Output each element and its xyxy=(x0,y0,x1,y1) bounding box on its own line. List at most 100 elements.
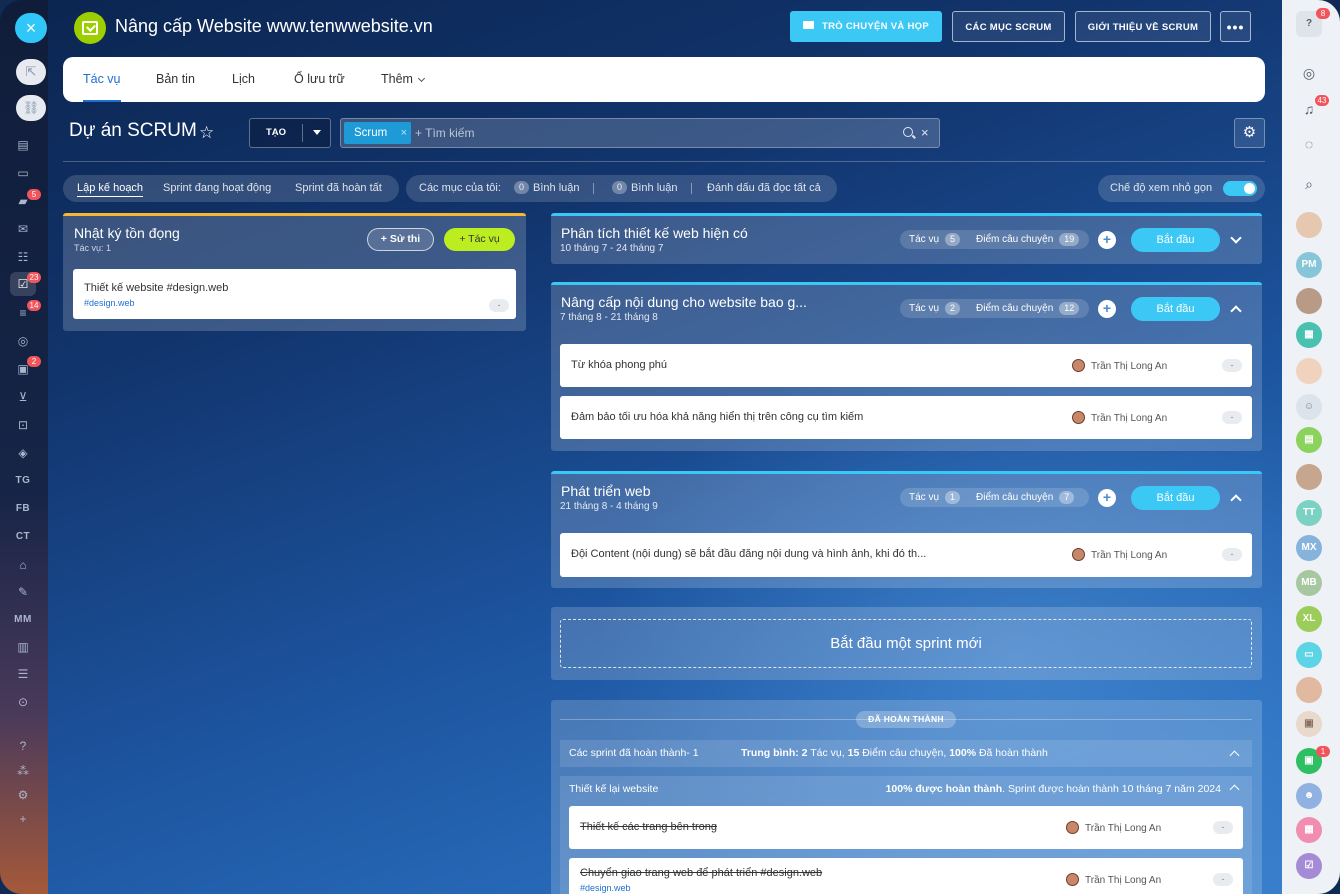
search-input[interactable]: + Tìm kiếm xyxy=(415,119,474,147)
hierarchy-icon[interactable]: ⁂ xyxy=(12,762,34,780)
avatar[interactable]: MX xyxy=(1296,535,1322,561)
avatar[interactable]: ☺ xyxy=(1296,394,1322,420)
bar-chart-icon[interactable]: ▥ xyxy=(12,638,34,656)
about-scrum-button[interactable]: Giới thiệu về Scrum xyxy=(1075,11,1211,42)
avatar[interactable] xyxy=(1296,464,1322,490)
task-title[interactable]: Chuyển giao trang web để phát triển #des… xyxy=(580,867,822,879)
start-sprint-button[interactable]: Bắt đầu xyxy=(1131,297,1220,321)
more-options-button[interactable]: ••• xyxy=(1220,11,1251,42)
sprint-name[interactable]: Phát triển web xyxy=(561,483,651,499)
avatar[interactable]: MB xyxy=(1296,570,1322,596)
gear-icon[interactable]: ⚙ xyxy=(1234,118,1265,148)
view-tab-completed-sprint[interactable]: Sprint đã hoàn tất xyxy=(295,175,382,202)
create-label[interactable]: TẠO xyxy=(250,119,302,147)
chevron-up-icon[interactable] xyxy=(1230,494,1242,506)
avatar[interactable]: XL xyxy=(1296,606,1322,632)
assignee[interactable]: Trần Thị Long An xyxy=(1072,408,1167,424)
assignee[interactable]: Trần Thị Long An xyxy=(1066,818,1161,834)
assignee[interactable]: Trần Thị Long An xyxy=(1072,356,1167,372)
mark-all-read-link[interactable]: Đánh dấu đã đọc tất cả xyxy=(707,175,821,202)
scrum-items-button[interactable]: Các mục Scrum xyxy=(952,11,1065,42)
task-title[interactable]: Đội Content (nội dung) sẽ bắt đầu đăng n… xyxy=(571,548,926,560)
calendar-icon[interactable]: ▦ xyxy=(1296,817,1322,843)
sidebar-label-mm[interactable]: MM xyxy=(12,611,34,629)
settings-icon[interactable]: ⚙ xyxy=(12,786,34,804)
clear-icon[interactable]: × xyxy=(921,125,929,140)
chevron-up-icon[interactable] xyxy=(1229,784,1240,795)
chevron-up-icon[interactable] xyxy=(1230,305,1242,317)
sign-icon[interactable]: ✎ xyxy=(12,583,34,601)
add-epic-button[interactable]: + Sử thi xyxy=(367,228,434,251)
tab-calendar[interactable]: Lịch xyxy=(232,57,255,102)
list-item[interactable]: Thiết kế website #design.web #design.web… xyxy=(73,269,516,319)
avatar[interactable]: TT xyxy=(1296,500,1322,526)
search-bar[interactable]: Scrum × + Tìm kiếm × xyxy=(340,118,940,148)
task-tag[interactable]: #design.web xyxy=(84,298,135,308)
view-tab-active-sprint[interactable]: Sprint đang hoạt động xyxy=(163,175,271,202)
star-icon[interactable]: ☆ xyxy=(199,123,214,143)
checkbox-icon[interactable]: ☑ xyxy=(1296,853,1322,879)
list-item[interactable]: Thiết kế các trang bên trong Trần Thị Lo… xyxy=(569,806,1243,849)
sidebar-label-tg[interactable]: TG xyxy=(12,472,34,490)
link-icon[interactable]: ⛓ xyxy=(16,95,46,121)
task-tag[interactable]: #design.web xyxy=(580,883,631,893)
list-item[interactable]: Đảm bảo tối ưu hóa khả năng hiển thị trê… xyxy=(560,396,1252,439)
avatar[interactable] xyxy=(1296,288,1322,314)
target-icon[interactable]: ◎ xyxy=(12,332,34,350)
mail-icon[interactable]: ✉ xyxy=(12,220,34,238)
task-title[interactable]: Đảm bảo tối ưu hóa khả năng hiển thị trê… xyxy=(571,411,863,423)
story-points-badge[interactable]: - xyxy=(1222,411,1242,424)
add-task-icon[interactable]: + xyxy=(1098,489,1116,507)
assignee[interactable]: Trần Thị Long An xyxy=(1072,545,1167,561)
box-icon[interactable]: ◈ xyxy=(12,444,34,462)
avatar[interactable]: PM xyxy=(1296,252,1322,278)
robot-icon[interactable]: ⊡ xyxy=(12,416,34,434)
target-icon[interactable]: ◎ xyxy=(1296,60,1322,86)
filter-tag[interactable]: Scrum × xyxy=(344,122,411,144)
task-title[interactable]: Từ khóa phong phú xyxy=(571,359,667,371)
open-window-icon[interactable]: ⇱ xyxy=(16,59,46,85)
checklist-icon[interactable]: ☰ xyxy=(12,665,34,683)
group-icon[interactable]: ☷ xyxy=(12,248,34,266)
chevron-up-icon[interactable] xyxy=(1229,750,1240,761)
close-icon[interactable]: × xyxy=(15,13,47,43)
start-sprint-button[interactable]: Bắt đầu xyxy=(1131,228,1220,252)
start-new-sprint-button[interactable]: Bắt đầu một sprint mới xyxy=(560,619,1252,668)
contact-card-icon[interactable]: ▣ xyxy=(1296,711,1322,737)
list-item[interactable]: Chuyển giao trang web để phát triển #des… xyxy=(569,858,1243,894)
group-chat-icon[interactable]: ▤ xyxy=(1296,427,1322,453)
calendar-icon[interactable]: ▦ xyxy=(1296,322,1322,348)
list-item[interactable]: Đội Content (nội dung) sẽ bắt đầu đăng n… xyxy=(560,533,1252,577)
tab-feed[interactable]: Bản tin xyxy=(156,57,195,102)
story-points-badge[interactable]: - xyxy=(1213,873,1233,886)
comments-filter-1[interactable]: 0 Bình luận xyxy=(514,175,580,202)
help-icon[interactable]: ? xyxy=(12,737,34,755)
search-icon[interactable] xyxy=(903,127,913,137)
add-task-button[interactable]: + Tác vụ xyxy=(444,228,515,251)
chat-icon[interactable]: ◌ xyxy=(1296,131,1322,157)
search-icon[interactable]: ⌕ xyxy=(1296,171,1322,197)
tab-drive[interactable]: Ổ lưu trữ xyxy=(294,57,345,102)
story-points-badge[interactable]: - xyxy=(489,299,509,312)
plus-icon[interactable]: + xyxy=(12,810,34,828)
chat-meeting-button[interactable]: Trò chuyện và họp xyxy=(790,11,942,42)
chat-bubble-icon[interactable]: ▭ xyxy=(1296,642,1322,668)
task-title[interactable]: Thiết kế các trang bên trong xyxy=(580,821,717,833)
create-button[interactable]: TẠO xyxy=(249,118,331,148)
view-tab-planning[interactable]: Lập kế hoạch xyxy=(77,175,144,202)
tab-more[interactable]: Thêm xyxy=(381,57,425,102)
avatar[interactable] xyxy=(1296,677,1322,703)
task-title[interactable]: Thiết kế website #design.web xyxy=(84,282,228,294)
story-points-badge[interactable]: - xyxy=(1213,821,1233,834)
avatar[interactable] xyxy=(1296,212,1322,238)
bank-icon[interactable]: ⌂ xyxy=(12,556,34,574)
chevron-down-icon[interactable] xyxy=(1230,232,1242,244)
chevron-circle-icon[interactable]: ⊙ xyxy=(12,693,34,711)
dropdown-arrow-icon[interactable] xyxy=(313,130,321,135)
remove-tag-icon[interactable]: × xyxy=(401,122,407,144)
comments-filter-2[interactable]: 0 Bình luận xyxy=(612,175,678,202)
avatar[interactable] xyxy=(1296,358,1322,384)
story-points-badge[interactable]: - xyxy=(1222,548,1242,561)
completed-summary-row[interactable]: Các sprint đã hoàn thành- 1 Trung bình: … xyxy=(560,740,1252,767)
sidebar-label-fb[interactable]: FB xyxy=(12,500,34,518)
